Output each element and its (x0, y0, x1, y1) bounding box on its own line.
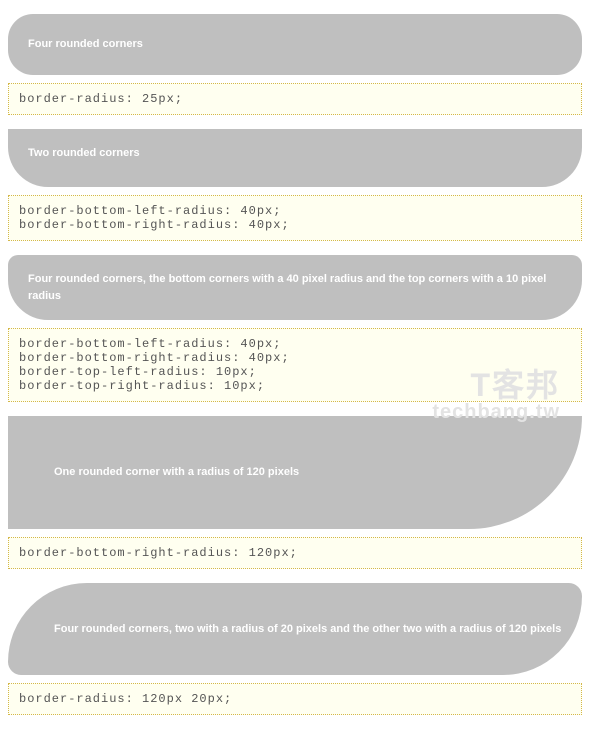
example-box-2: Two rounded corners (8, 129, 582, 188)
code-box-2: border-bottom-left-radius: 40px; border-… (8, 195, 582, 241)
example-label: One rounded corner with a radius of 120 … (54, 466, 299, 478)
example-label: Two rounded corners (28, 147, 140, 159)
code-box-1: border-radius: 25px; (8, 83, 582, 115)
example-box-4: One rounded corner with a radius of 120 … (8, 416, 582, 529)
example-label: Four rounded corners (28, 38, 143, 50)
code-box-4: border-bottom-right-radius: 120px; (8, 537, 582, 569)
example-box-3: Four rounded corners, the bottom corners… (8, 255, 582, 320)
example-label: Four rounded corners, the bottom corners… (28, 273, 546, 302)
code-box-3: border-bottom-left-radius: 40px; border-… (8, 328, 582, 402)
example-box-5: Four rounded corners, two with a radius … (8, 583, 582, 676)
example-box-1: Four rounded corners (8, 14, 582, 75)
example-label: Four rounded corners, two with a radius … (54, 623, 561, 635)
code-box-5: border-radius: 120px 20px; (8, 683, 582, 715)
page-container: T客邦 techbang.tw Four rounded corners bor… (8, 14, 582, 715)
